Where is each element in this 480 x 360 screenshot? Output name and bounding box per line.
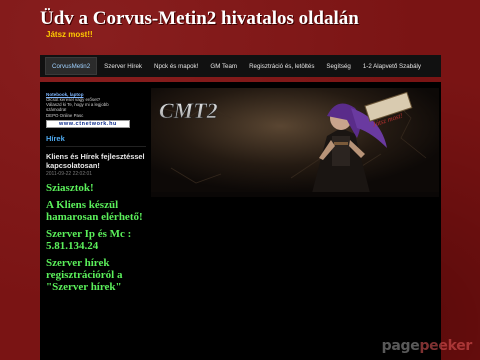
watermark-part: peeker xyxy=(419,338,472,354)
site-title: Üdv a Corvus-Metin2 hivatalos oldalán xyxy=(40,8,359,29)
nav-item-npcs-maps[interactable]: Npck és mapok! xyxy=(148,55,204,77)
news-heading: Hírek xyxy=(46,134,146,147)
nav-item-gm-team[interactable]: GM Team xyxy=(204,55,243,77)
news-post: A Kliens készül hamarosan elérhető! xyxy=(46,198,143,223)
content-area: Notebook, laptop Olcsót keresel vagy erő… xyxy=(40,82,441,360)
banner-artwork: Játsz most! CMT2 xyxy=(151,88,439,197)
header-banner-image: Játsz most! CMT2 xyxy=(151,88,439,197)
ad-url-box[interactable]: www.ctnetwork.hu xyxy=(46,119,130,128)
nav-item-registration-download[interactable]: Regisztráció és, letöltés xyxy=(243,55,320,77)
news-post: Szerver hírek regisztrációról a "Szerver… xyxy=(46,256,123,293)
ad-line: DEPO Online Pasc xyxy=(46,112,84,118)
nav-item-corvusmetin2[interactable]: CorvusMetin2 xyxy=(45,57,98,75)
news-post: Sziasztok! xyxy=(46,181,94,194)
main-navigation: CorvusMetin2 Szerver Hírek Npck és mapok… xyxy=(40,55,441,77)
banner-logo: CMT2 xyxy=(159,98,218,123)
news-title[interactable]: Kliens és Hírek fejlesztéssel kapcsolato… xyxy=(46,152,146,170)
news-date: 2011-09-22 22:02:01 xyxy=(46,170,93,177)
watermark-part: page xyxy=(381,338,420,354)
nav-item-server-news[interactable]: Szerver Hírek xyxy=(98,55,148,77)
sidebar: Notebook, laptop Olcsót keresel vagy erő… xyxy=(46,92,146,293)
pagepeeker-watermark: pagepeeker xyxy=(381,338,473,354)
nav-item-help[interactable]: Segítség xyxy=(320,55,356,77)
news-post: Szerver Ip és Mc : 5.81.134.24 xyxy=(46,227,132,252)
site-slogan: Játsz most!! xyxy=(46,30,93,39)
nav-item-basic-rules[interactable]: 1-2 Alapvető Szabály xyxy=(357,55,427,77)
